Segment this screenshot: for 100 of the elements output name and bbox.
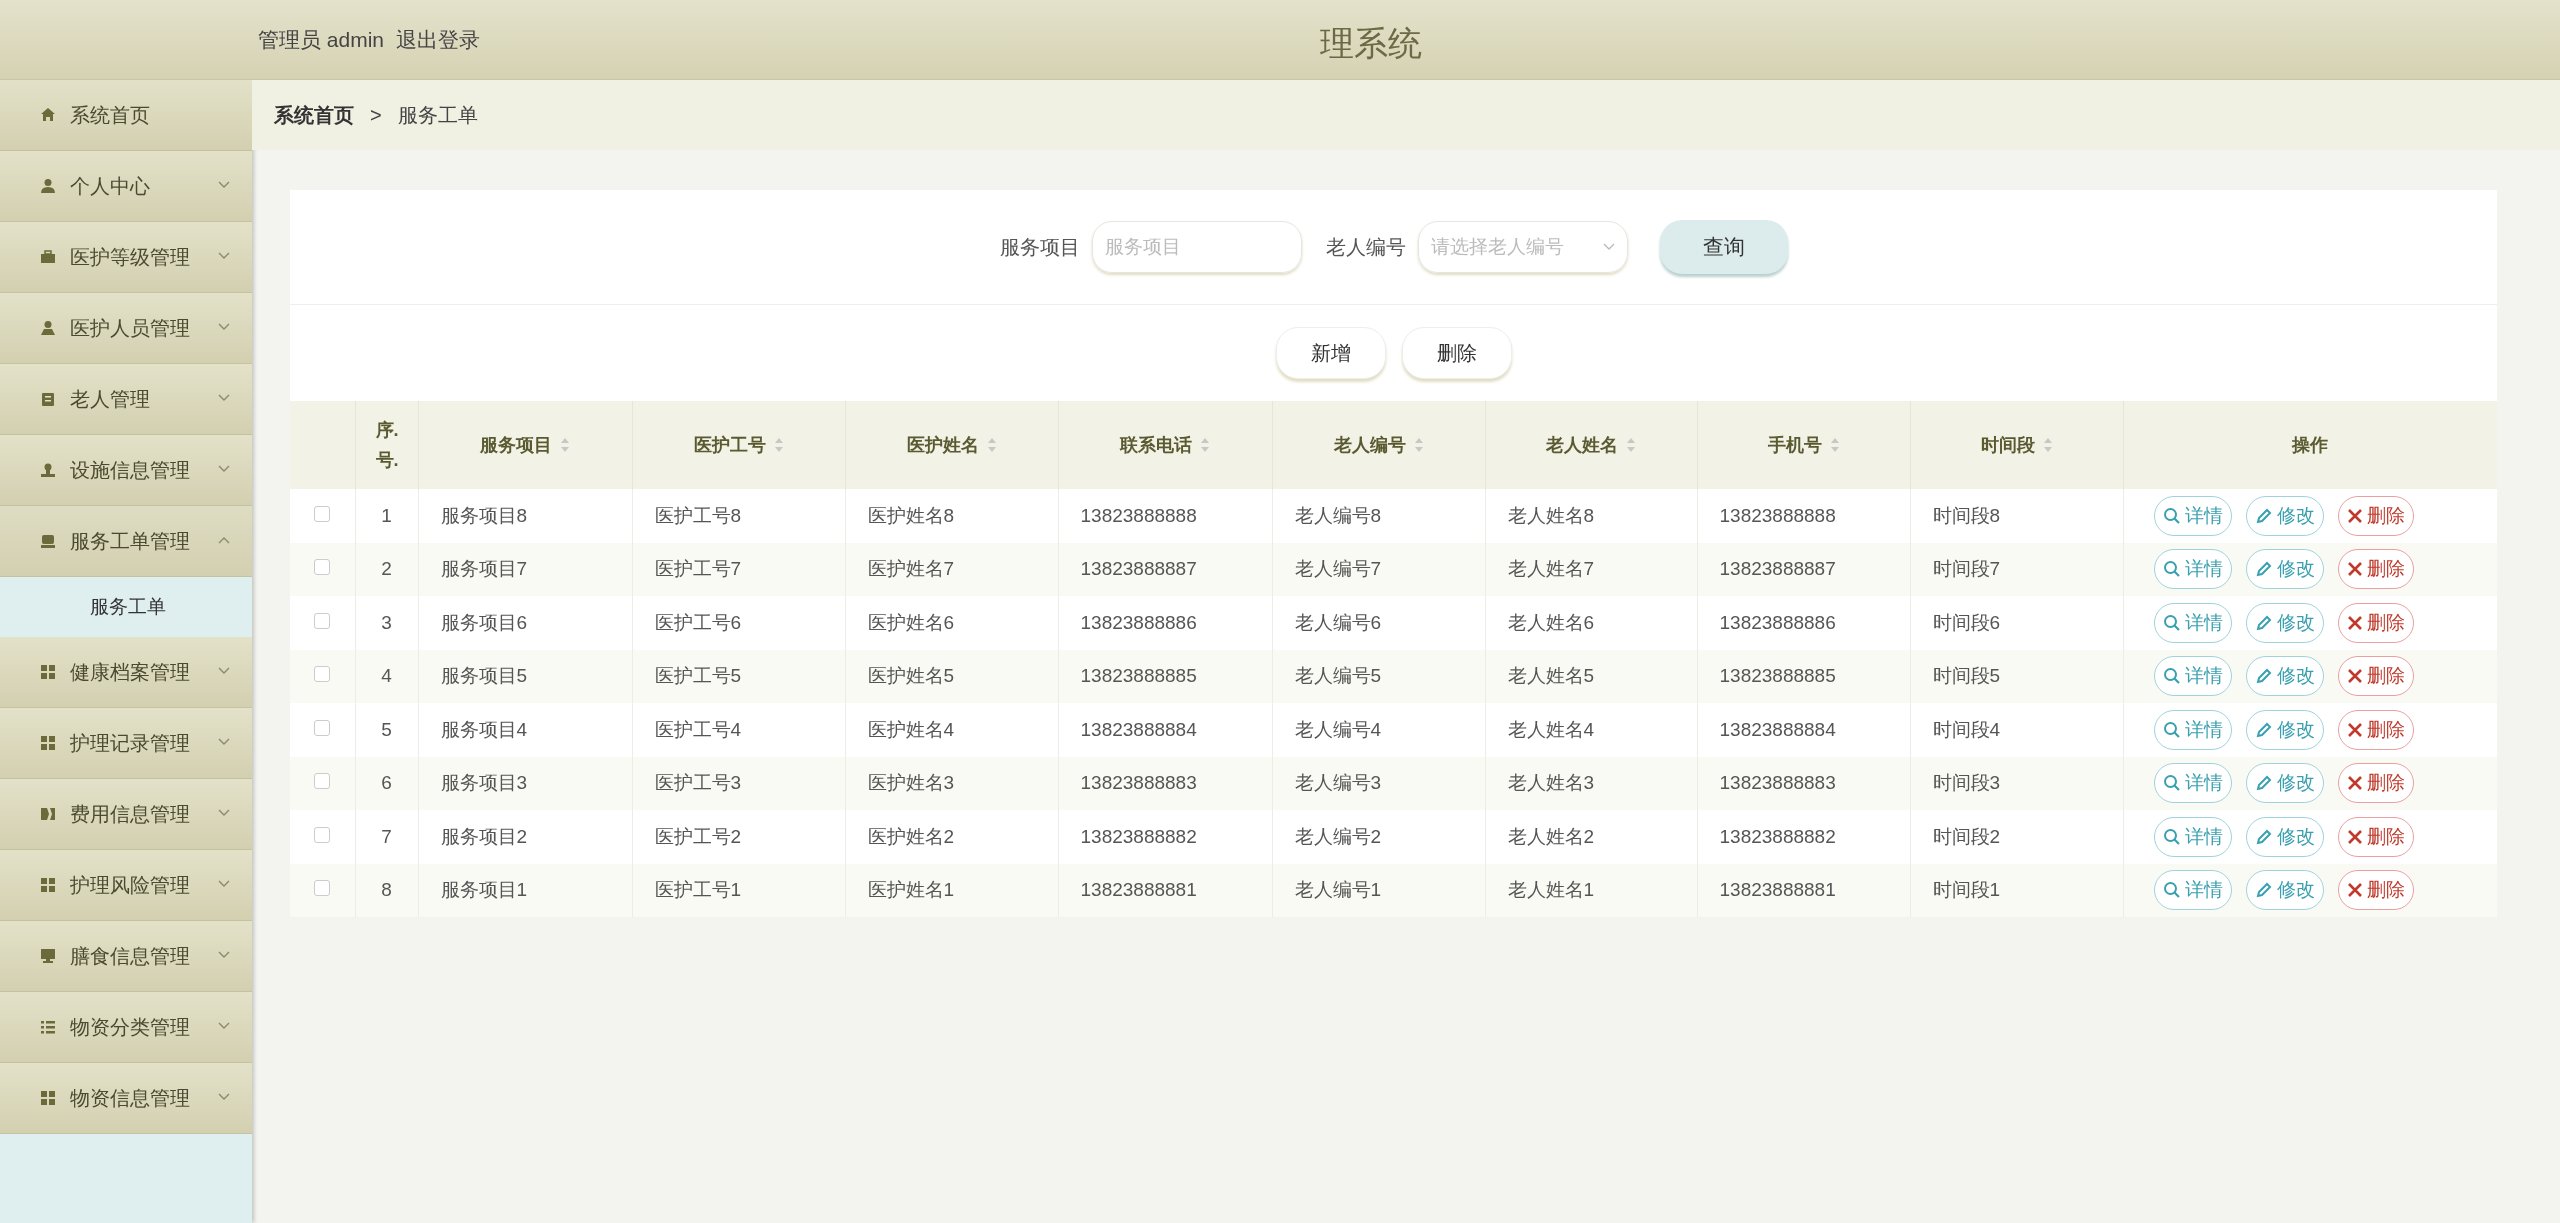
row-checkbox[interactable] [314,880,331,896]
row-action-button[interactable]: 详情 [2153,763,2232,804]
sort-icon[interactable] [1200,437,1210,453]
sidebar-item[interactable]: 老人管理 [0,364,252,435]
row-checkbox[interactable] [314,612,331,629]
column-header[interactable]: 联系电话 [1120,431,1210,459]
column-header[interactable]: 时间段 [1980,431,2053,459]
row-action-button[interactable]: 详情 [2153,495,2232,536]
sidebar-item[interactable]: 物资信息管理 [0,1063,252,1134]
column-header[interactable]: 服务项目 [480,431,570,459]
pencil-icon [2254,613,2273,632]
sort-icon[interactable] [1413,437,1424,453]
column-header[interactable]: 老人姓名 [1546,431,1636,459]
logout-link[interactable]: 退出登录 [396,23,481,56]
row-checkbox[interactable] [314,559,331,575]
sidebar-item[interactable]: 护理记录管理 [0,708,252,779]
sort-icon[interactable] [560,437,570,453]
row-action-button[interactable]: 详情 [2153,870,2232,911]
row-action-button[interactable]: 详情 [2153,549,2232,590]
pencil-icon [2254,881,2273,900]
sidebar-item[interactable]: 护理风险管理 [0,850,252,921]
pencil-icon [2254,506,2273,525]
admin-label: 管理员 admin [258,26,385,53]
table-cell: 服务项目7 [440,558,528,579]
breadcrumb-link[interactable]: 系统首页 [274,100,354,130]
sort-icon[interactable] [986,437,997,453]
row-action-button[interactable]: 删除 [2337,816,2414,857]
close-icon [2346,882,2363,899]
close-icon [2346,614,2363,631]
chevron-icon [218,323,230,331]
sidebar-item[interactable]: 服务工单管理 [0,506,252,577]
row-checkbox[interactable] [314,773,331,789]
action-button[interactable]: 删除 [1401,327,1512,379]
sidebar-item[interactable]: 费用信息管理 [0,779,252,850]
table-cell: 8 [381,879,392,900]
chevron-icon [218,738,230,746]
table-cell: 时间段4 [1932,718,2001,740]
column-header[interactable]: 手机号 [1767,431,1840,459]
table-cell: 老人编号3 [1294,772,1382,793]
table-cell: 医护工号2 [654,825,742,847]
sidebar-item[interactable]: 个人中心 [0,151,252,222]
row-action-button[interactable]: 删除 [2337,709,2414,750]
table-cell: 老人姓名2 [1507,825,1595,847]
sort-icon[interactable] [1829,437,1840,453]
row-checkbox[interactable] [314,505,331,522]
table-cell: 医护姓名4 [867,718,955,740]
sidebar-item[interactable]: 健康档案管理 [0,637,252,708]
table-cell: 医护姓名2 [867,825,955,847]
sidebar-item[interactable]: 系统首页 [0,80,252,151]
row-action-button[interactable]: 详情 [2153,656,2232,697]
table-cell: 老人姓名3 [1507,772,1595,793]
row-action-button[interactable]: 删除 [2337,763,2414,804]
table-cell: 服务项目4 [440,718,528,740]
column-header: 序.号. [375,419,398,472]
column-header[interactable]: 医护工号 [693,431,784,459]
table-cell: 医护姓名3 [867,772,955,793]
sidebar-item[interactable]: 膳食信息管理 [0,921,252,992]
row-action-button[interactable]: 删除 [2337,549,2414,590]
search-button[interactable]: 查询 [1659,220,1788,274]
table-cell: 时间段3 [1932,772,2001,793]
action-button[interactable]: 新增 [1275,327,1386,379]
chevron-icon [218,880,230,888]
submenu-item[interactable]: 服务工单 [0,577,252,637]
row-action-button[interactable]: 详情 [2153,602,2232,643]
row-action-button[interactable]: 删除 [2337,602,2414,643]
pencil-icon [2254,560,2273,579]
sidebar-item[interactable]: 医护等级管理 [0,222,252,293]
close-icon [2346,775,2363,792]
column-header[interactable]: 老人编号 [1333,431,1424,459]
search-icon [2162,613,2181,632]
row-checkbox[interactable] [314,666,331,682]
sidebar-item[interactable]: 医护人员管理 [0,293,252,364]
row-action-button[interactable]: 删除 [2337,495,2414,536]
row-checkbox[interactable] [314,719,331,736]
home-icon [40,107,56,123]
input-field[interactable]: 服务项目 [1091,221,1302,273]
chevron-icon [218,252,230,260]
sort-icon[interactable] [1626,437,1636,453]
clipboard-icon [40,391,56,407]
row-action-button[interactable]: 详情 [2153,709,2232,750]
row-action-button[interactable]: 删除 [2337,870,2414,911]
row-checkbox[interactable] [314,826,331,843]
chevron-icon [218,181,230,189]
table-cell: 服务项目2 [440,825,528,847]
table-cell: 时间段5 [1932,665,2001,686]
sort-icon[interactable] [773,437,784,453]
table-cell: 医护工号4 [654,718,742,740]
table-cell: 6 [381,772,392,793]
column-header[interactable]: 医护姓名 [906,431,997,459]
row-action-button[interactable]: 详情 [2153,816,2232,857]
sort-icon[interactable] [2042,437,2053,453]
table-cell: 7 [381,825,392,847]
row-action-button[interactable]: 删除 [2337,656,2414,697]
table-cell: 1 [381,504,392,526]
sidebar-item[interactable]: 设施信息管理 [0,435,252,506]
search-icon [2162,560,2181,579]
table-cell: 医护工号8 [654,504,742,526]
sidebar-item[interactable]: 物资分类管理 [0,992,252,1063]
table-cell: 4 [381,665,392,686]
table-cell: 时间段1 [1932,879,2001,900]
